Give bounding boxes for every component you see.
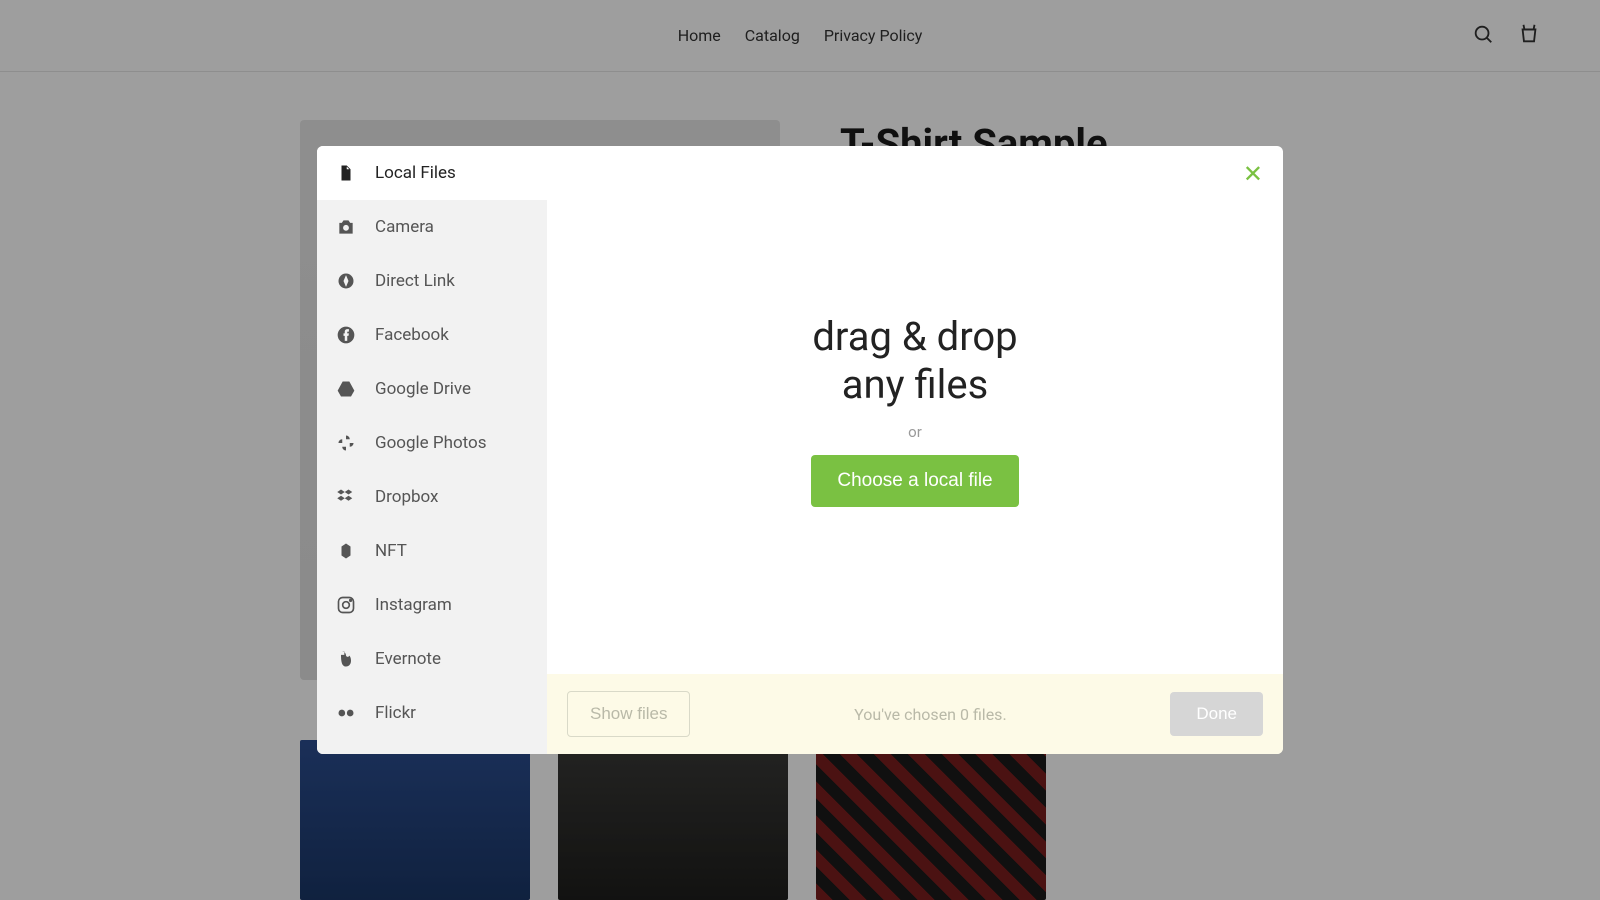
done-button[interactable]: Done bbox=[1170, 692, 1263, 736]
source-instagram[interactable]: Instagram bbox=[317, 578, 547, 632]
show-files-button[interactable]: Show files bbox=[567, 691, 690, 737]
source-label: Evernote bbox=[375, 649, 441, 669]
link-icon bbox=[335, 270, 357, 292]
drop-zone[interactable]: drag & drop any files or Choose a local … bbox=[547, 146, 1283, 674]
source-label: Direct Link bbox=[375, 271, 455, 291]
source-facebook[interactable]: Facebook bbox=[317, 308, 547, 362]
source-label: Dropbox bbox=[375, 487, 439, 507]
file-count-status: You've chosen 0 files. bbox=[854, 705, 1006, 724]
source-evernote[interactable]: Evernote bbox=[317, 632, 547, 686]
drop-heading: drag & drop any files bbox=[812, 313, 1017, 409]
upload-main-panel: drag & drop any files or Choose a local … bbox=[547, 146, 1283, 754]
source-google-drive[interactable]: Google Drive bbox=[317, 362, 547, 416]
instagram-icon bbox=[335, 594, 357, 616]
facebook-icon bbox=[335, 324, 357, 346]
source-flickr[interactable]: Flickr bbox=[317, 686, 547, 740]
source-nft[interactable]: NFT bbox=[317, 524, 547, 578]
flickr-icon bbox=[335, 702, 357, 724]
source-dropbox[interactable]: Dropbox bbox=[317, 470, 547, 524]
evernote-icon bbox=[335, 648, 357, 670]
source-direct-link[interactable]: Direct Link bbox=[317, 254, 547, 308]
gdrive-icon bbox=[335, 378, 357, 400]
source-label: Flickr bbox=[375, 703, 416, 723]
source-label: Local Files bbox=[375, 163, 456, 183]
or-text: or bbox=[908, 423, 922, 441]
source-label: Google Photos bbox=[375, 433, 487, 453]
upload-footer: Show files You've chosen 0 files. Done bbox=[547, 674, 1283, 754]
choose-file-button[interactable]: Choose a local file bbox=[811, 455, 1018, 507]
source-label: Facebook bbox=[375, 325, 449, 345]
upload-sources-sidebar: Local Files Camera Direct Link Facebook Goog… bbox=[317, 146, 547, 754]
file-upload-modal: ✕ Local FilesCameraDirect LinkFacebookGo… bbox=[317, 146, 1283, 754]
dropbox-icon bbox=[335, 486, 357, 508]
camera-icon bbox=[335, 216, 357, 238]
nft-icon bbox=[335, 540, 357, 562]
source-label: Camera bbox=[375, 217, 434, 237]
gphotos-icon bbox=[335, 432, 357, 454]
source-camera[interactable]: Camera bbox=[317, 200, 547, 254]
source-label: Google Drive bbox=[375, 379, 471, 399]
source-label: Instagram bbox=[375, 595, 452, 615]
source-google-photos[interactable]: Google Photos bbox=[317, 416, 547, 470]
source-local-files[interactable]: Local Files bbox=[317, 146, 547, 200]
source-label: NFT bbox=[375, 541, 407, 561]
modal-overlay: ✕ Local FilesCameraDirect LinkFacebookGo… bbox=[0, 0, 1600, 900]
file-icon bbox=[335, 162, 357, 184]
